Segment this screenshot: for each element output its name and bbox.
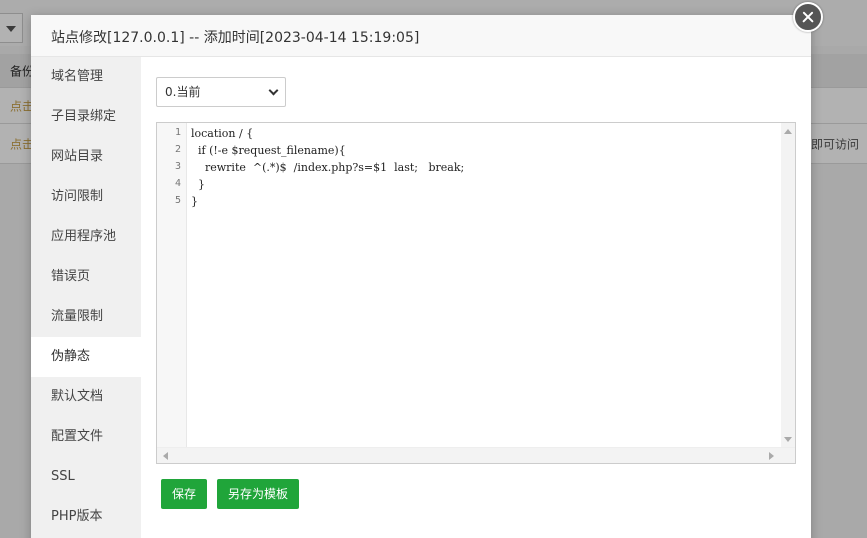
sidebar-item-php-version[interactable]: PHP版本 — [31, 497, 141, 537]
sidebar-item-subdir-binding[interactable]: 子目录绑定 — [31, 97, 141, 137]
line-number: 5 — [174, 195, 181, 206]
line-number: 4 — [174, 178, 181, 189]
close-icon[interactable] — [793, 2, 823, 32]
sidebar-item-access-limit[interactable]: 访问限制 — [31, 177, 141, 217]
modal-sidebar: 域名管理 子目录绑定 网站目录 访问限制 应用程序池 错误页 流量限制 伪静态 … — [31, 57, 141, 538]
code-line: location / { — [191, 127, 254, 140]
sidebar-item-site-dir[interactable]: 网站目录 — [31, 137, 141, 177]
code-content[interactable]: location / { if (!-e $request_filename){… — [191, 123, 464, 214]
scroll-up-icon[interactable] — [784, 129, 792, 134]
code-line: if (!-e $request_filename){ — [191, 144, 346, 157]
sidebar-item-error-page[interactable]: 错误页 — [31, 257, 141, 297]
line-number: 1 — [174, 127, 181, 138]
code-line: } — [191, 178, 205, 191]
sidebar-item-ssl[interactable]: SSL — [31, 457, 141, 497]
chevron-down-icon — [268, 85, 279, 96]
scroll-right-icon[interactable] — [769, 452, 774, 460]
scroll-left-icon[interactable] — [163, 452, 168, 460]
modal-header: 站点修改[127.0.0.1] -- 添加时间[2023-04-14 15:19… — [31, 15, 811, 57]
site-edit-modal: 站点修改[127.0.0.1] -- 添加时间[2023-04-14 15:19… — [31, 2, 823, 538]
template-select[interactable]: 0.当前 — [156, 77, 286, 107]
vertical-scrollbar[interactable] — [781, 123, 795, 448]
save-button[interactable]: 保存 — [161, 479, 207, 509]
code-line: } — [191, 195, 198, 208]
sidebar-item-default-doc[interactable]: 默认文档 — [31, 377, 141, 417]
save-as-template-button[interactable]: 另存为模板 — [217, 479, 299, 509]
sidebar-item-config-file[interactable]: 配置文件 — [31, 417, 141, 457]
code-editor[interactable]: 1 2 3 4 5 location / { if (!-e $request_… — [156, 122, 796, 464]
line-number-gutter: 1 2 3 4 5 — [157, 123, 187, 463]
code-line: rewrite ^(.*)$ /index.php?s=$1 last; bre… — [191, 161, 465, 174]
sidebar-item-domain[interactable]: 域名管理 — [31, 57, 141, 97]
sidebar-item-rewrite[interactable]: 伪静态 — [31, 337, 141, 377]
scroll-down-icon[interactable] — [784, 437, 792, 442]
line-number: 2 — [174, 144, 181, 155]
template-select-value: 0.当前 — [165, 85, 201, 99]
sidebar-item-app-pool[interactable]: 应用程序池 — [31, 217, 141, 257]
modal-title: 站点修改[127.0.0.1] -- 添加时间[2023-04-14 15:19… — [51, 30, 420, 46]
line-number: 3 — [174, 161, 181, 172]
rewrite-panel: 0.当前 1 2 3 4 5 location / { if (!-e $req… — [141, 57, 811, 538]
sidebar-item-traffic-limit[interactable]: 流量限制 — [31, 297, 141, 337]
horizontal-scrollbar[interactable] — [157, 447, 795, 463]
